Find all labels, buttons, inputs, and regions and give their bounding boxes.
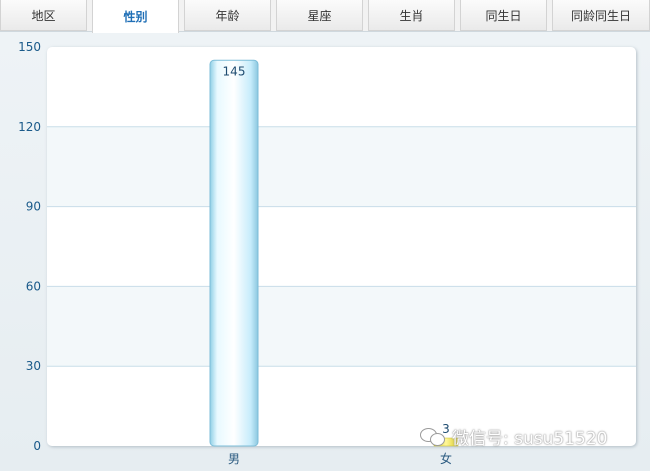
data-label: 145: [223, 64, 246, 78]
watermark-text: 微信号: susu51520: [452, 429, 608, 449]
grid-band: [47, 286, 636, 367]
tab-same-birthday[interactable]: 同生日: [460, 0, 547, 31]
y-axis-ticks: 0 30 60 90 120 150: [18, 40, 41, 453]
tab-region[interactable]: 地区: [0, 0, 87, 31]
x-tick-label: 女: [440, 451, 452, 466]
watermark: 微信号: susu51520: [420, 424, 607, 449]
tab-bar: 地区 性别 年龄 星座 生肖 同生日 同龄同生日: [0, 0, 650, 33]
tab-same-age-birthday[interactable]: 同龄同生日: [552, 0, 650, 31]
plot-background: [47, 47, 636, 446]
bar-chart: 0306090120150 男女 1453: [18, 40, 636, 466]
bar-male[interactable]: [209, 59, 259, 447]
wechat-icon: [420, 427, 446, 446]
x-axis-ticks: 男女: [228, 451, 452, 466]
chart-area: 0 30 60 90 120 150 男女 145 3: [0, 32, 650, 471]
tab-zodiac[interactable]: 生肖: [368, 0, 455, 31]
tab-gender[interactable]: 性别: [92, 0, 179, 33]
y-tick-label: 90: [26, 200, 41, 214]
y-tick-label: 0: [33, 439, 41, 453]
tab-age[interactable]: 年龄: [184, 0, 271, 31]
y-tick-label: 120: [18, 120, 41, 134]
y-tick-label: 30: [26, 359, 41, 373]
grid-band: [47, 126, 636, 207]
y-tick-label: 150: [18, 40, 41, 54]
y-tick-label: 60: [26, 279, 41, 293]
x-tick-label: 男: [228, 452, 240, 466]
tab-constellation[interactable]: 星座: [276, 0, 363, 31]
